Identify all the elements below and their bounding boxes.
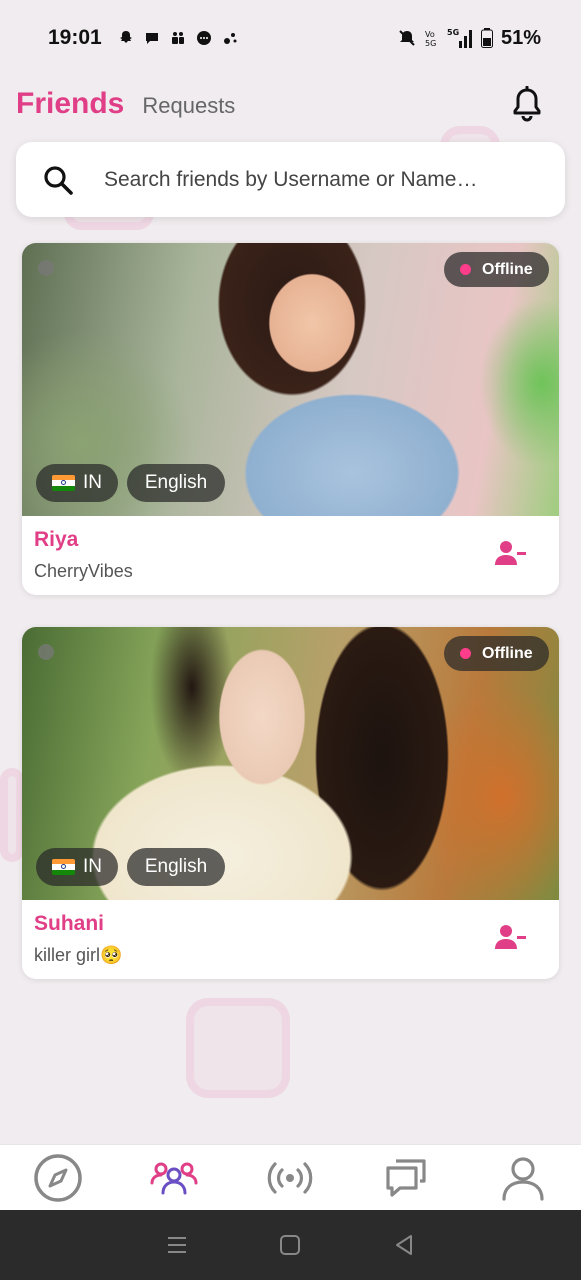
home-icon[interactable] xyxy=(278,1233,302,1257)
svg-text:5G: 5G xyxy=(425,39,436,48)
friend-photo[interactable]: Offline IN English xyxy=(22,627,559,900)
status-right: Vo 5G 5G 51% xyxy=(397,27,541,50)
menu-icon[interactable] xyxy=(165,1233,189,1257)
presence-dot xyxy=(38,644,54,660)
friend-card[interactable]: Offline IN English Riya CherryVibes xyxy=(22,243,559,595)
search-icon xyxy=(44,165,73,195)
nav-profile[interactable] xyxy=(496,1151,550,1205)
bell-icon[interactable] xyxy=(511,86,543,122)
teams-icon xyxy=(171,32,184,44)
chat-icon xyxy=(386,1158,426,1197)
message-icon xyxy=(145,33,158,44)
nav-chats[interactable] xyxy=(380,1151,434,1205)
india-flag-icon xyxy=(52,859,75,875)
language-label: English xyxy=(144,856,208,877)
tab-friends[interactable]: Friends xyxy=(16,87,124,121)
status-bar: 19:01 Vo 5G 5G 51% xyxy=(0,0,581,76)
mute-bell-icon xyxy=(399,30,415,46)
country-code: IN xyxy=(83,856,102,877)
search-input[interactable] xyxy=(104,167,544,192)
header: Friends Requests xyxy=(0,78,581,130)
battery-percentage: 51% xyxy=(500,26,541,49)
broadcast-icon xyxy=(268,1161,313,1194)
tab-requests[interactable]: Requests xyxy=(142,93,235,119)
remove-friend-icon[interactable] xyxy=(495,924,527,950)
snapchat-icon xyxy=(119,31,132,43)
svg-text:5G: 5G xyxy=(447,28,459,37)
language-chip: English xyxy=(127,464,225,502)
language-label: English xyxy=(144,472,208,493)
volte-icon: Vo5G xyxy=(425,30,436,48)
profile-icon xyxy=(502,1156,544,1201)
friend-username: killer girl🥺 xyxy=(34,945,123,965)
status-badge: Offline xyxy=(444,252,549,287)
back-icon[interactable] xyxy=(392,1233,416,1257)
status-dot xyxy=(460,264,471,275)
status-badge: Offline xyxy=(444,636,549,671)
bottom-navigation xyxy=(0,1144,581,1210)
system-navigation-bar xyxy=(0,1210,581,1280)
nav-explore[interactable] xyxy=(31,1151,85,1205)
signal-icon: 5G xyxy=(447,28,472,48)
friend-name: Riya xyxy=(34,528,79,551)
country-code: IN xyxy=(83,472,102,493)
background-logo-watermark xyxy=(186,998,290,1098)
friends-icon xyxy=(150,1162,198,1194)
status-left: 19:01 xyxy=(48,26,238,50)
remove-friend-icon[interactable] xyxy=(495,540,527,566)
india-flag-icon xyxy=(52,475,75,491)
background-logo-watermark xyxy=(0,768,24,862)
search-bar[interactable] xyxy=(16,142,565,217)
settings-dots-icon xyxy=(223,33,237,44)
friend-name: Suhani xyxy=(34,912,105,935)
country-chip: IN xyxy=(36,848,118,886)
language-chip: English xyxy=(127,848,225,886)
friend-username: CherryVibes xyxy=(34,561,133,581)
presence-dot xyxy=(38,260,54,276)
nav-friends[interactable] xyxy=(147,1151,201,1205)
country-chip: IN xyxy=(36,464,118,502)
compass-icon xyxy=(34,1153,82,1202)
status-text: Offline xyxy=(482,644,533,662)
friend-photo[interactable]: Offline IN English xyxy=(22,243,559,516)
chat-bubble-icon xyxy=(196,31,211,45)
battery-icon xyxy=(480,28,493,48)
status-time: 19:01 xyxy=(48,26,102,49)
status-dot xyxy=(460,648,471,659)
nav-live[interactable] xyxy=(263,1151,317,1205)
friend-card[interactable]: Offline IN English Suhani killer girl🥺 xyxy=(22,627,559,979)
svg-text:Vo: Vo xyxy=(425,30,435,39)
status-text: Offline xyxy=(482,260,533,278)
